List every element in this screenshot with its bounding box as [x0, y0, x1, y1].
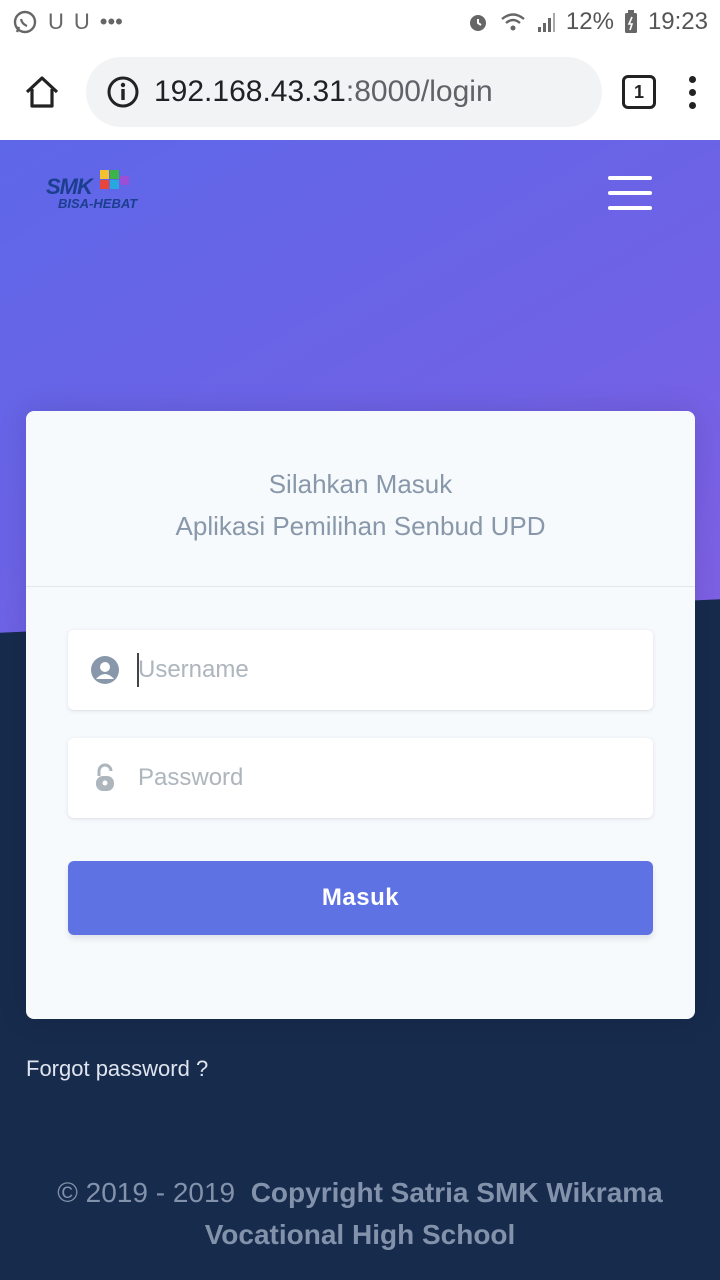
url-host: 192.168.43.31 — [154, 75, 346, 108]
hamburger-line — [608, 206, 652, 210]
status-bar-left: U U ••• — [12, 9, 123, 35]
url-text: 192.168.43.31:8000/login — [154, 75, 493, 109]
nav-menu-button[interactable] — [608, 176, 652, 210]
menu-dot — [688, 88, 696, 96]
username-field[interactable] — [68, 630, 653, 710]
login-subtitle: Aplikasi Pemilihan Senbud UPD — [175, 510, 546, 541]
unlock-icon — [90, 763, 120, 793]
status-bar-right: 12% 19:23 — [466, 8, 708, 36]
hamburger-line — [608, 191, 652, 195]
footer-years: © 2019 - 2019 — [57, 1177, 236, 1208]
menu-dot — [688, 101, 696, 109]
battery-icon — [624, 10, 637, 33]
username-input[interactable] — [138, 650, 578, 690]
submit-button[interactable]: Masuk — [68, 861, 653, 935]
u-notification-icon: U — [48, 9, 64, 34]
info-icon[interactable] — [106, 75, 140, 109]
logo-square — [100, 170, 109, 179]
status-bar: U U ••• 12% 19:23 — [0, 0, 720, 44]
user-icon — [90, 655, 120, 685]
browser-toolbar: 192.168.43.31:8000/login 1 — [0, 44, 720, 140]
more-dots-icon: ••• — [99, 9, 123, 34]
browser-menu-button[interactable] — [682, 75, 702, 109]
tab-switcher-button[interactable]: 1 — [622, 75, 656, 109]
password-input[interactable] — [138, 758, 578, 798]
logo-bisa-text: BISA-HEBAT — [58, 196, 138, 211]
whatsapp-icon — [13, 10, 37, 34]
address-bar[interactable]: 192.168.43.31:8000/login — [86, 57, 602, 127]
wifi-icon — [501, 13, 525, 31]
home-button[interactable] — [18, 68, 66, 116]
login-card: Silahkan Masuk Aplikasi Pemilihan Senbud… — [26, 411, 695, 1019]
forgot-password-link[interactable]: Forgot password ? — [26, 1056, 208, 1082]
login-title: Silahkan Masuk — [268, 468, 453, 499]
logo-square — [110, 180, 119, 189]
hamburger-line — [608, 176, 652, 180]
signal-icon — [537, 13, 555, 32]
url-path: :8000/login — [345, 75, 493, 108]
login-card-header: Silahkan Masuk Aplikasi Pemilihan Senbud… — [26, 411, 695, 587]
footer: © 2019 - 2019 Copyright Satria SMK Wikra… — [0, 1172, 720, 1256]
battery-percent: 12% — [565, 8, 614, 35]
logo-square — [110, 170, 119, 179]
u-notification-icon: U — [73, 9, 90, 34]
footer-copyright[interactable]: Copyright Satria SMK Wikrama Vocational … — [205, 1177, 663, 1250]
logo-square — [120, 176, 129, 185]
home-icon — [25, 76, 59, 108]
text-caret — [137, 653, 139, 687]
logo-square — [100, 180, 109, 189]
school-logo[interactable]: SMK BISA-HEBAT — [44, 166, 142, 224]
menu-dot — [688, 75, 696, 83]
clock: 19:23 — [647, 8, 708, 35]
alarm-icon — [469, 15, 486, 31]
password-field[interactable] — [68, 738, 653, 818]
